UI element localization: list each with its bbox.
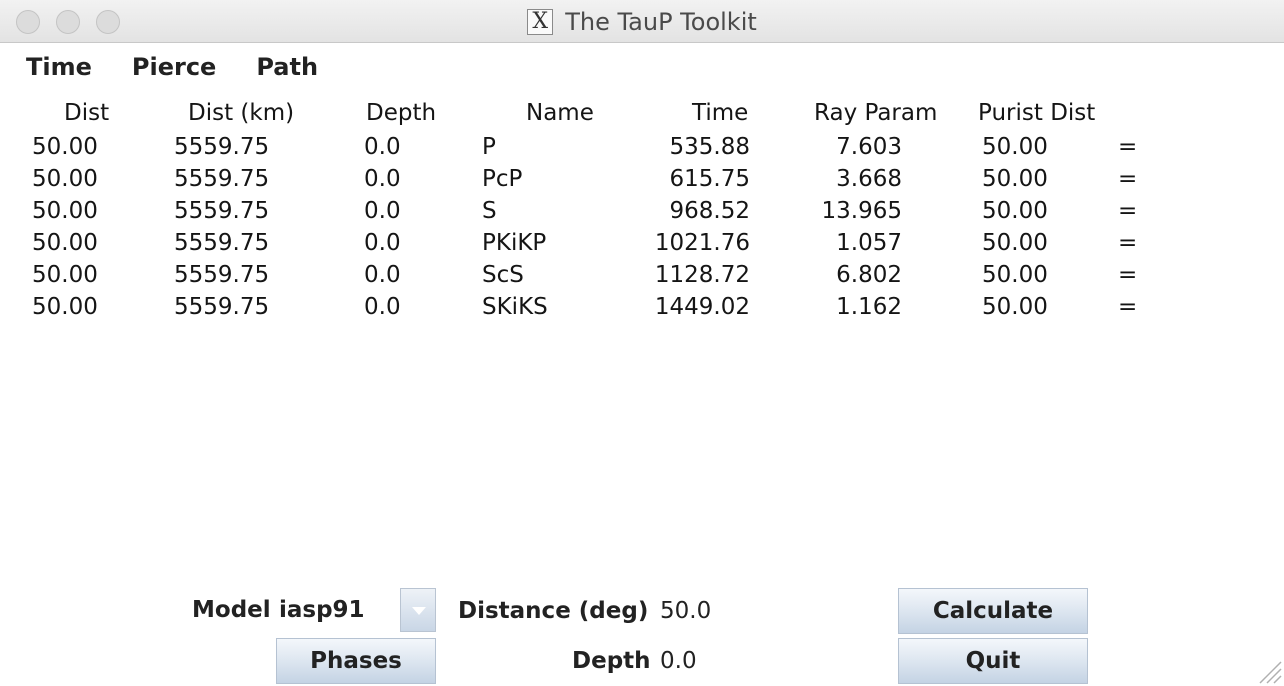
cell-purist-dist: 50.00	[982, 230, 1048, 256]
cell-dist-km: 5559.75	[174, 134, 270, 160]
cell-time: 1128.72	[654, 262, 750, 288]
menu-time[interactable]: Time	[26, 50, 92, 84]
cell-depth: 0.0	[364, 230, 401, 256]
header-purist-dist: Purist Dist	[978, 100, 1096, 126]
cell-ray-param: 13.965	[821, 198, 902, 224]
cell-dist-km: 5559.75	[174, 262, 270, 288]
phases-button[interactable]: Phases	[276, 638, 436, 684]
cell-phase-name: PcP	[482, 166, 523, 192]
cell-equals: =	[1118, 134, 1138, 160]
cell-depth: 0.0	[364, 134, 401, 160]
cell-dist: 50.00	[32, 262, 98, 288]
cell-dist: 50.00	[32, 294, 98, 320]
cell-dist-km: 5559.75	[174, 230, 270, 256]
calculate-button[interactable]: Calculate	[898, 588, 1088, 634]
cell-ray-param: 1.057	[836, 230, 902, 256]
cell-purist-dist: 50.00	[982, 198, 1048, 224]
header-ray-param: Ray Param	[814, 100, 938, 126]
menu-path[interactable]: Path	[256, 50, 318, 84]
taup-window: X The TauP Toolkit Time Pierce Path Dist…	[0, 0, 1284, 686]
cell-dist: 50.00	[32, 198, 98, 224]
cell-purist-dist: 50.00	[982, 294, 1048, 320]
depth-input[interactable]: 0.0	[660, 646, 697, 676]
cell-depth: 0.0	[364, 262, 401, 288]
header-depth: Depth	[366, 100, 437, 126]
cell-purist-dist: 50.00	[982, 262, 1048, 288]
header-name: Name	[526, 100, 594, 126]
depth-label: Depth	[572, 648, 651, 674]
distance-label: Distance (deg)	[458, 598, 649, 624]
cell-dist: 50.00	[32, 134, 98, 160]
title-group: X The TauP Toolkit	[0, 0, 1284, 43]
cell-time: 1021.76	[654, 230, 750, 256]
cell-equals: =	[1118, 294, 1138, 320]
model-label: Model	[192, 597, 271, 623]
cell-purist-dist: 50.00	[982, 134, 1048, 160]
cell-ray-param: 3.668	[836, 166, 902, 192]
cell-time: 615.75	[669, 166, 750, 192]
model-select[interactable]: iasp91	[279, 595, 365, 625]
cell-dist: 50.00	[32, 230, 98, 256]
cell-dist-km: 5559.75	[174, 166, 270, 192]
title-bar: X The TauP Toolkit	[0, 0, 1284, 43]
cell-phase-name: PKiKP	[482, 230, 547, 256]
header-dist-km: Dist (km)	[188, 100, 295, 126]
menu-bar: Time Pierce Path	[26, 50, 358, 84]
cell-time: 535.88	[669, 134, 750, 160]
header-dist: Dist	[64, 100, 110, 126]
cell-equals: =	[1118, 166, 1138, 192]
cell-phase-name: SKiKS	[482, 294, 548, 320]
cell-depth: 0.0	[364, 166, 401, 192]
menu-pierce[interactable]: Pierce	[132, 50, 216, 84]
cell-equals: =	[1118, 230, 1138, 256]
resize-grip-icon[interactable]	[1256, 658, 1282, 684]
cell-depth: 0.0	[364, 198, 401, 224]
cell-depth: 0.0	[364, 294, 401, 320]
x11-icon: X	[527, 8, 554, 35]
cell-ray-param: 7.603	[836, 134, 902, 160]
cell-equals: =	[1118, 262, 1138, 288]
cell-dist-km: 5559.75	[174, 198, 270, 224]
cell-time: 968.52	[669, 198, 750, 224]
cell-dist-km: 5559.75	[174, 294, 270, 320]
window-title: The TauP Toolkit	[565, 7, 757, 36]
cell-ray-param: 1.162	[836, 294, 902, 320]
cell-purist-dist: 50.00	[982, 166, 1048, 192]
quit-button[interactable]: Quit	[898, 638, 1088, 684]
cell-dist: 50.00	[32, 166, 98, 192]
cell-phase-name: S	[482, 198, 497, 224]
header-time: Time	[692, 100, 749, 126]
distance-input[interactable]: 50.0	[660, 596, 711, 626]
cell-phase-name: ScS	[482, 262, 524, 288]
chevron-down-icon[interactable]	[400, 588, 436, 632]
cell-time: 1449.02	[654, 294, 750, 320]
cell-ray-param: 6.802	[836, 262, 902, 288]
cell-equals: =	[1118, 198, 1138, 224]
cell-phase-name: P	[482, 134, 496, 160]
